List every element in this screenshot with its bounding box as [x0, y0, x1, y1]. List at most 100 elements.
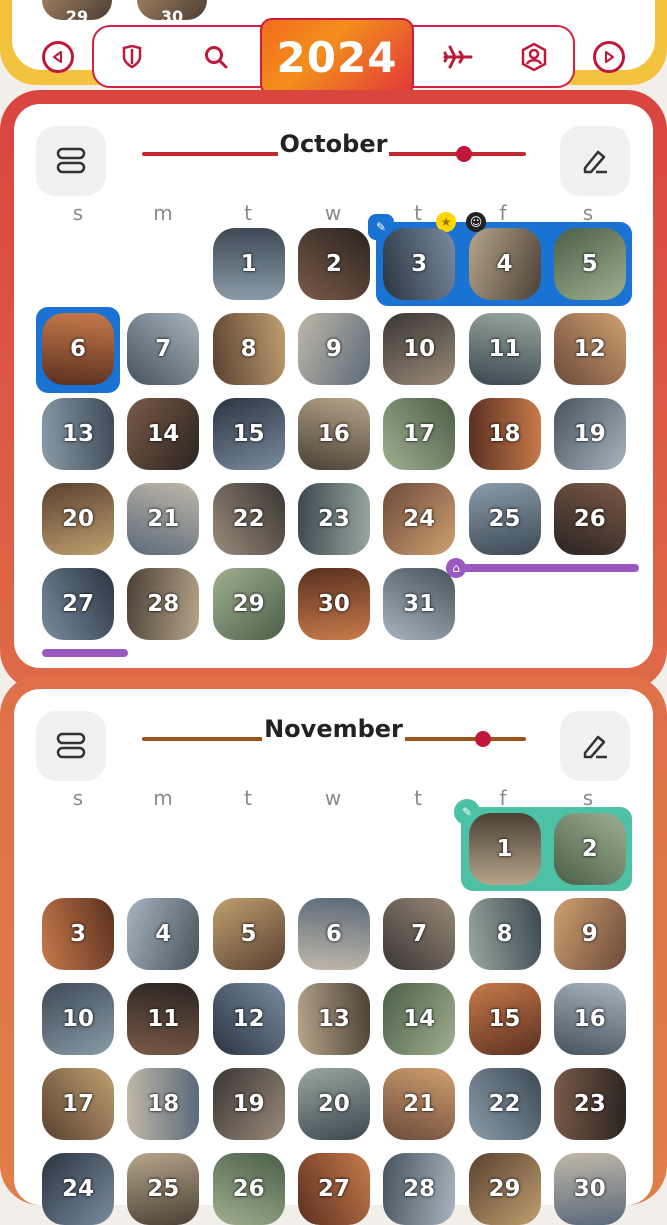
- prev-day-tile[interactable]: 29: [42, 0, 112, 26]
- day-tile[interactable]: 3: [383, 228, 456, 300]
- day-number: 4: [496, 251, 513, 277]
- day-tile[interactable]: 29: [468, 1153, 541, 1225]
- day-tile[interactable]: 25: [468, 483, 541, 555]
- year-selector[interactable]: 2024: [260, 18, 414, 96]
- day-tile[interactable]: 11: [468, 313, 541, 385]
- day-tile[interactable]: 12: [212, 983, 285, 1055]
- day-tile[interactable]: 31: [383, 568, 456, 640]
- day-tile[interactable]: 14: [127, 398, 200, 470]
- day-tile[interactable]: 1: [212, 228, 285, 300]
- day-tile[interactable]: 7: [127, 313, 200, 385]
- month-title: November: [262, 715, 405, 743]
- event-bar[interactable]: [42, 649, 128, 657]
- prev-day-tile[interactable]: 30: [137, 0, 207, 26]
- day-tile[interactable]: 7: [383, 898, 456, 970]
- day-tile[interactable]: 3: [42, 898, 114, 970]
- day-number: 22: [488, 1091, 521, 1117]
- day-number: 1: [496, 836, 513, 862]
- day-number: 4: [155, 921, 172, 947]
- day-tile[interactable]: 24: [42, 1153, 114, 1225]
- day-tile[interactable]: 8: [212, 313, 285, 385]
- search-icon[interactable]: [200, 41, 232, 73]
- day-tile[interactable]: 30: [553, 1153, 626, 1225]
- next-year-button[interactable]: [593, 41, 625, 73]
- day-number: 16: [573, 1006, 606, 1032]
- day-tile[interactable]: 28: [383, 1153, 456, 1225]
- day-tile[interactable]: 5: [212, 898, 285, 970]
- day-tile[interactable]: 19: [212, 1068, 285, 1140]
- day-tile[interactable]: 16: [297, 398, 370, 470]
- day-tile[interactable]: 5: [553, 228, 626, 300]
- day-tile[interactable]: 1: [468, 813, 541, 885]
- day-tile[interactable]: 10: [42, 983, 114, 1055]
- day-number: 23: [317, 506, 350, 532]
- day-number: 30: [573, 1176, 606, 1202]
- day-tile[interactable]: 2: [297, 228, 370, 300]
- weekday-label: t: [414, 786, 422, 810]
- day-tile[interactable]: 23: [553, 1068, 626, 1140]
- day-tile[interactable]: 27: [42, 568, 114, 640]
- day-tile[interactable]: 20: [42, 483, 114, 555]
- day-tile[interactable]: 23: [297, 483, 370, 555]
- day-tile[interactable]: 13: [297, 983, 370, 1055]
- day-tile[interactable]: 4: [468, 228, 541, 300]
- day-tile[interactable]: 27: [297, 1153, 370, 1225]
- profile-icon[interactable]: [518, 41, 550, 73]
- weekday-label: m: [153, 201, 173, 225]
- day-tile[interactable]: 26: [212, 1153, 285, 1225]
- shield-icon[interactable]: [116, 41, 148, 73]
- day-tile[interactable]: 21: [383, 1068, 456, 1140]
- day-number: 23: [573, 1091, 606, 1117]
- day-tile[interactable]: 17: [42, 1068, 114, 1140]
- day-tile[interactable]: 22: [468, 1068, 541, 1140]
- day-number: 9: [581, 921, 598, 947]
- day-tile[interactable]: 4: [127, 898, 200, 970]
- day-tile[interactable]: 19: [553, 398, 626, 470]
- day-tile[interactable]: 20: [297, 1068, 370, 1140]
- day-tile[interactable]: 30: [297, 568, 370, 640]
- day-tile[interactable]: 6: [42, 313, 114, 385]
- day-number: 28: [403, 1176, 436, 1202]
- day-number: 17: [403, 421, 436, 447]
- day-tile[interactable]: 18: [127, 1068, 200, 1140]
- day-tile[interactable]: 28: [127, 568, 200, 640]
- day-tile[interactable]: 24: [383, 483, 456, 555]
- day-tile[interactable]: 18: [468, 398, 541, 470]
- day-tile[interactable]: 14: [383, 983, 456, 1055]
- day-tile[interactable]: 25: [127, 1153, 200, 1225]
- day-tile[interactable]: 8: [468, 898, 541, 970]
- day-number: 19: [232, 1091, 265, 1117]
- day-number: 28: [147, 591, 180, 617]
- airplane-icon[interactable]: [442, 41, 474, 73]
- day-tile[interactable]: 15: [468, 983, 541, 1055]
- day-number: 5: [240, 921, 257, 947]
- day-number: 17: [61, 1091, 94, 1117]
- day-tile[interactable]: 12: [553, 313, 626, 385]
- day-tile[interactable]: 16: [553, 983, 626, 1055]
- day-number: 24: [403, 506, 436, 532]
- day-number: 13: [61, 421, 94, 447]
- day-tile[interactable]: 26: [553, 483, 626, 555]
- day-tile[interactable]: 17: [383, 398, 456, 470]
- day-tile[interactable]: 11: [127, 983, 200, 1055]
- day-number: 13: [317, 1006, 350, 1032]
- day-number: 21: [403, 1091, 436, 1117]
- day-number: 12: [232, 1006, 265, 1032]
- day-number: 26: [573, 506, 606, 532]
- day-tile[interactable]: 22: [212, 483, 285, 555]
- day-tile[interactable]: 15: [212, 398, 285, 470]
- day-tile[interactable]: 21: [127, 483, 200, 555]
- day-number: 19: [573, 421, 606, 447]
- previous-year-button[interactable]: [42, 41, 74, 73]
- day-tile[interactable]: 6: [297, 898, 370, 970]
- weekday-label: t: [244, 201, 252, 225]
- event-bar[interactable]: [446, 564, 639, 572]
- weekday-label: w: [324, 786, 342, 810]
- day-number: 2: [325, 251, 342, 277]
- day-tile[interactable]: 13: [42, 398, 114, 470]
- day-tile[interactable]: 10: [383, 313, 456, 385]
- day-tile[interactable]: 2: [553, 813, 626, 885]
- day-tile[interactable]: 9: [297, 313, 370, 385]
- day-tile[interactable]: 29: [212, 568, 285, 640]
- day-tile[interactable]: 9: [553, 898, 626, 970]
